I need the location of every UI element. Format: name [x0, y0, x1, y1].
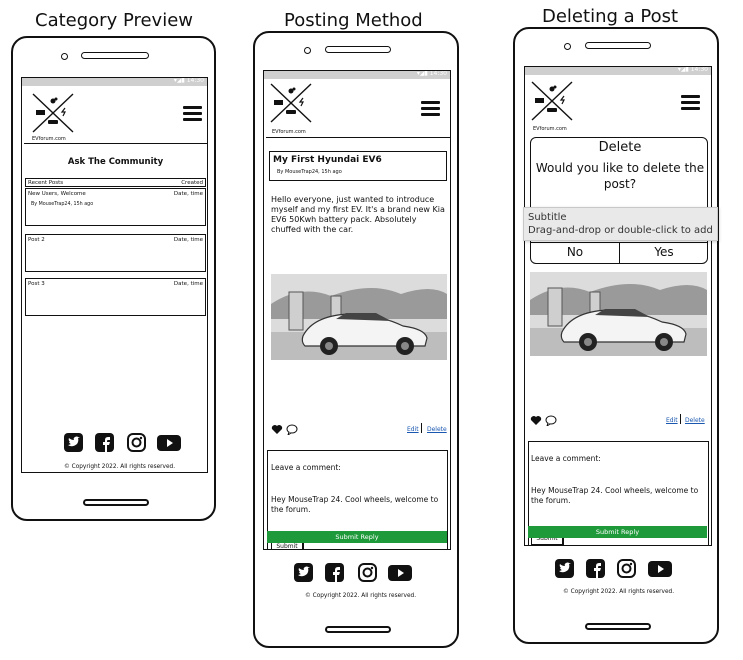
post-title: Post 3 — [28, 281, 45, 287]
car-illustration — [271, 274, 447, 360]
post-title-box: My First Hyundai EV6 By MouseTrap24, 15h… — [269, 151, 447, 181]
post-body: Hello everyone, just wanted to introduce… — [271, 195, 445, 234]
home-button[interactable] — [325, 626, 391, 633]
logo — [531, 81, 573, 121]
twitter-icon[interactable] — [555, 559, 574, 578]
comment-icon[interactable] — [545, 415, 557, 426]
delete-link[interactable]: Delete — [427, 426, 447, 433]
post-date: Date, time — [173, 281, 203, 287]
twitter-icon[interactable] — [64, 433, 83, 452]
posts-header: Recent Posts Created — [25, 178, 206, 187]
instagram-icon[interactable] — [617, 559, 636, 578]
link-divider — [680, 414, 681, 424]
submit-reply-button[interactable]: Submit Reply — [267, 531, 447, 543]
comment-text: Hey MouseTrap 24. Cool wheels, welcome t… — [531, 486, 699, 505]
post-title: Post 2 — [28, 237, 45, 243]
edit-link[interactable]: Edit — [407, 426, 419, 433]
no-button[interactable]: No — [531, 245, 619, 259]
post-author: By MouseTrap24, 15h ago — [277, 169, 342, 175]
facebook-icon[interactable] — [586, 559, 605, 578]
phone-category-preview: ▾◢▮ 14:30 EVforum.com Ask The Community … — [11, 36, 216, 521]
logo-text: EVforum.com — [32, 136, 66, 142]
post-date: Date, time — [173, 237, 203, 243]
comment-text: Hey MouseTrap 24. Cool wheels, welcome t… — [271, 495, 439, 514]
copyright-icon: © — [563, 589, 569, 595]
heart-icon[interactable] — [271, 424, 283, 435]
screen: ▾◢▮ 14:30 EVforum.com My First Hyundai E… — [263, 70, 451, 550]
logo — [32, 93, 74, 133]
copyright-icon: © — [305, 593, 311, 599]
yes-button[interactable]: Yes — [620, 245, 708, 259]
post-title: New Users, Welcome — [28, 191, 86, 197]
youtube-icon[interactable] — [648, 561, 672, 577]
delete-link[interactable]: Delete — [685, 417, 705, 424]
screen: ▾◢▮ 14:30 EVforum.com Delete Would you l… — [524, 66, 712, 546]
hamburger-menu-icon[interactable] — [421, 101, 440, 117]
instagram-icon[interactable] — [358, 563, 377, 582]
delete-dialog: Delete Would you like to delete the post… — [530, 137, 708, 264]
phone-posting-method: ▾◢▮ 14:30 EVforum.com My First Hyundai E… — [253, 31, 459, 648]
copyright: © Copyright 2022. All rights reserved. — [64, 464, 176, 470]
twitter-icon[interactable] — [294, 563, 313, 582]
camera — [61, 53, 68, 60]
youtube-icon[interactable] — [157, 435, 181, 451]
comment-icon[interactable] — [286, 424, 298, 435]
dialog-title: Delete — [598, 140, 642, 155]
copyright-icon: © — [64, 464, 70, 470]
status-bar: ▾◢▮ 14:30 — [525, 67, 711, 75]
car-illustration — [530, 272, 707, 356]
copyright: © Copyright 2022. All rights reserved. — [563, 589, 675, 595]
comment-prompt: Leave a comment: — [531, 454, 601, 463]
post-row[interactable]: Post 3 Date, time — [25, 278, 206, 316]
car-image — [530, 272, 707, 356]
car-image — [271, 274, 447, 360]
post-row[interactable]: New Users, Welcome Date, time By MouseTr… — [25, 188, 206, 226]
home-button[interactable] — [83, 499, 149, 506]
hamburger-menu-icon[interactable] — [183, 106, 202, 122]
submit-reply-button[interactable]: Submit Reply — [528, 526, 707, 538]
hamburger-menu-icon[interactable] — [681, 95, 700, 111]
comment-prompt: Leave a comment: — [271, 463, 341, 472]
home-button[interactable] — [585, 623, 651, 630]
tooltip-title: Subtitle — [528, 212, 567, 223]
created-label: Created — [181, 180, 203, 186]
post-row[interactable]: Post 2 Date, time — [25, 234, 206, 272]
edit-link[interactable]: Edit — [666, 417, 678, 424]
youtube-icon[interactable] — [388, 565, 412, 581]
logo-text: EVforum.com — [533, 126, 567, 132]
header-divider — [24, 143, 207, 144]
tooltip-hint: Drag-and-drop or double-click to add — [528, 225, 713, 236]
phone-deleting-post: ▾◢▮ 14:30 EVforum.com Delete Would you l… — [513, 27, 719, 644]
header-divider — [266, 137, 450, 138]
speaker — [325, 46, 391, 53]
heading-posting-method: Posting Method — [284, 10, 423, 31]
camera — [304, 47, 311, 54]
heading-deleting-a-post: Deleting a Post — [542, 6, 679, 27]
screen: ▾◢▮ 14:30 EVforum.com Ask The Community … — [21, 77, 208, 473]
link-divider — [421, 423, 422, 433]
post-author: By MouseTrap24, 15h ago — [31, 202, 94, 207]
post-date: Date, time — [173, 191, 203, 197]
copyright: © Copyright 2022. All rights reserved. — [305, 593, 417, 599]
recent-posts-label: Recent Posts — [28, 180, 64, 186]
dialog-question: Would you like to delete the post? — [535, 161, 705, 191]
speaker — [81, 52, 149, 59]
facebook-icon[interactable] — [325, 563, 344, 582]
logo-text: EVforum.com — [272, 129, 306, 135]
heading-category-preview: Category Preview — [35, 10, 194, 31]
status-bar: ▾◢▮ 14:30 — [264, 71, 450, 79]
category-title: Ask The Community — [67, 157, 164, 167]
instagram-icon[interactable] — [127, 433, 146, 452]
post-title: My First Hyundai EV6 — [273, 155, 382, 165]
subtitle-tooltip: Subtitle Drag-and-drop or double-click t… — [523, 207, 718, 241]
facebook-icon[interactable] — [95, 433, 114, 452]
camera — [564, 43, 571, 50]
heart-icon[interactable] — [530, 415, 542, 426]
speaker — [585, 42, 651, 49]
logo — [270, 83, 312, 123]
status-bar: ▾◢▮ 14:30 — [22, 78, 207, 86]
